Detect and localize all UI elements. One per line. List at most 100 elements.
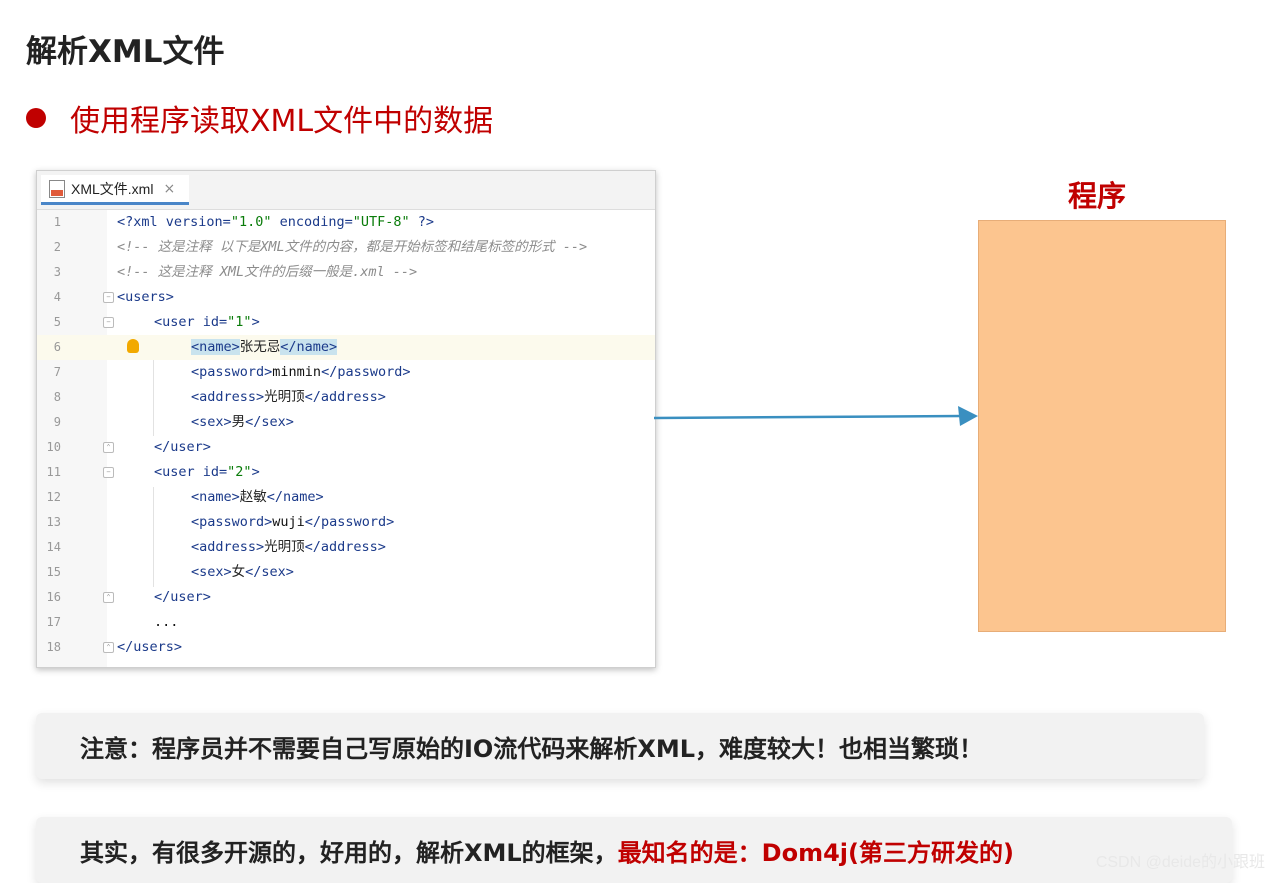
line-number: 5 bbox=[53, 315, 61, 329]
attr-value: "1.0" bbox=[230, 214, 272, 230]
tag-content: 张无忌 bbox=[239, 339, 281, 355]
line-number: 9 bbox=[53, 415, 61, 429]
bullet-text: 使用程序读取XML文件中的数据 bbox=[70, 104, 494, 139]
code-line: 15 <sex>女</sex> bbox=[37, 560, 655, 585]
bullet-item: 使用程序读取XML文件中的数据 bbox=[26, 96, 493, 140]
tab-label: XML文件.xml bbox=[71, 180, 154, 197]
fold-end-icon[interactable]: ⌃ bbox=[103, 642, 114, 653]
code-text: </users> bbox=[117, 639, 183, 655]
attr-value: "UTF-8" bbox=[352, 214, 410, 230]
xml-file-icon bbox=[49, 179, 65, 198]
note-text: 注意：程序员并不需要自己写原始的IO流代码来解析XML，难度较大！也相当繁琐！ bbox=[80, 734, 984, 763]
code-line: 12 <name>赵敏</name> bbox=[37, 485, 655, 510]
slide-title: 解析XML文件 bbox=[26, 34, 225, 70]
note-warning: 注意：程序员并不需要自己写原始的IO流代码来解析XML，难度较大！也相当繁琐！ bbox=[36, 713, 1204, 779]
code-line: 14 <address>光明顶</address> bbox=[37, 535, 655, 560]
code-text: ... bbox=[154, 614, 179, 630]
code-text: <user id="1"> bbox=[117, 310, 260, 335]
line-number: 3 bbox=[53, 265, 61, 279]
tag-open: <password> bbox=[191, 514, 273, 530]
tag-content: wuji bbox=[272, 514, 305, 530]
code-editor: XML文件.xml × 1 <?xml version="1.0" encodi… bbox=[36, 170, 656, 668]
tab-xml-file[interactable]: XML文件.xml × bbox=[41, 175, 189, 205]
tag-close: </sex> bbox=[245, 564, 294, 580]
program-label: 程序 bbox=[1068, 179, 1127, 213]
line-number: 6 bbox=[53, 340, 61, 354]
code-text: <?xml version="1.0" encoding="UTF-8" ?> bbox=[117, 210, 434, 235]
tag-open: <sex> bbox=[191, 564, 232, 580]
attr-name: id= bbox=[202, 464, 228, 480]
code-line: 16 ⌃ </user> bbox=[37, 585, 655, 610]
line-number: 13 bbox=[46, 515, 61, 529]
code-text: <address>光明顶</address> bbox=[117, 535, 386, 560]
code-area[interactable]: 1 <?xml version="1.0" encoding="UTF-8" ?… bbox=[37, 210, 655, 667]
fold-icon[interactable]: − bbox=[103, 292, 114, 303]
tag-close: > bbox=[251, 464, 260, 480]
tag-content: 光明顶 bbox=[264, 539, 305, 555]
code-text: <users> bbox=[117, 289, 174, 305]
tag-content: 男 bbox=[231, 414, 246, 430]
tag-close: </password> bbox=[321, 364, 411, 380]
attr-value: "2" bbox=[227, 464, 252, 480]
code-text: </user> bbox=[154, 589, 211, 605]
line-number: 17 bbox=[46, 615, 61, 629]
code-line: 18 ⌃ </users> bbox=[37, 635, 655, 660]
code-line: 11 − <user id="2"> bbox=[37, 460, 655, 485]
code-line: 9 <sex>男</sex> bbox=[37, 410, 655, 435]
tag-close: > bbox=[251, 314, 260, 330]
code-line: 4 − <users> bbox=[37, 285, 655, 310]
line-number: 11 bbox=[46, 465, 61, 479]
code-line: 17 ... bbox=[37, 610, 655, 635]
tag-open: <user bbox=[154, 464, 203, 480]
fold-end-icon[interactable]: ⌃ bbox=[103, 442, 114, 453]
code-line-current: 6 <name>张无忌</name> bbox=[37, 335, 655, 360]
fold-end-icon[interactable]: ⌃ bbox=[103, 592, 114, 603]
tag-close: </name> bbox=[266, 489, 324, 505]
attr-name: id= bbox=[202, 314, 228, 330]
watermark: CSDN @deide的小跟班 bbox=[1095, 854, 1265, 871]
tag-open: <address> bbox=[191, 389, 265, 405]
line-number: 15 bbox=[46, 565, 61, 579]
editor-tabbar: XML文件.xml × bbox=[37, 171, 655, 210]
tag-content: 赵敏 bbox=[239, 489, 267, 505]
close-icon[interactable]: × bbox=[163, 181, 175, 197]
tag-content: 光明顶 bbox=[264, 389, 305, 405]
line-number: 4 bbox=[53, 290, 61, 304]
code-line: 2 <!-- 这是注释 以下是XML文件的内容，都是开始标签和结尾标签的形式 -… bbox=[37, 235, 655, 260]
code-text: <password>minmin</password> bbox=[117, 360, 410, 385]
code-line: 3 <!-- 这是注释 XML文件的后缀一般是.xml --> bbox=[37, 260, 655, 285]
code-line: 8 <address>光明顶</address> bbox=[37, 385, 655, 410]
line-number: 7 bbox=[53, 365, 61, 379]
attr-name: version= bbox=[165, 214, 231, 230]
code-text: </user> bbox=[154, 439, 211, 455]
code-text: <user id="2"> bbox=[117, 460, 260, 485]
code-line: 5 − <user id="1"> bbox=[37, 310, 655, 335]
code-line: 1 <?xml version="1.0" encoding="UTF-8" ?… bbox=[37, 210, 655, 235]
tag-close: </address> bbox=[304, 389, 386, 405]
code-text: <address>光明顶</address> bbox=[117, 385, 386, 410]
line-number: 18 bbox=[46, 640, 61, 654]
line-number: 10 bbox=[46, 440, 61, 454]
code-line: 7 <password>minmin</password> bbox=[37, 360, 655, 385]
tag-close: </name> bbox=[280, 339, 338, 355]
tag-close: </address> bbox=[304, 539, 386, 555]
xml-decl: ?> bbox=[409, 214, 435, 230]
tag-close: </password> bbox=[304, 514, 395, 530]
tag-open: <name> bbox=[191, 339, 240, 355]
code-text: <sex>女</sex> bbox=[117, 560, 294, 585]
tag-open: <password> bbox=[191, 364, 273, 380]
note-frameworks: 其实，有很多开源的，好用的，解析XML的框架， 最知名的是：Dom4j(第三方研发… bbox=[36, 817, 1232, 883]
note-text: 其实，有很多开源的，好用的，解析XML的框架， bbox=[80, 838, 618, 867]
line-number: 8 bbox=[53, 390, 61, 404]
note-highlight: 最知名的是：Dom4j(第三方研发的) bbox=[617, 838, 1014, 867]
tag-close: </sex> bbox=[245, 414, 294, 430]
fold-icon[interactable]: − bbox=[103, 317, 114, 328]
code-line: 10 ⌃ </user> bbox=[37, 435, 655, 460]
code-text: <name>张无忌</name> bbox=[117, 335, 338, 360]
fold-icon[interactable]: − bbox=[103, 467, 114, 478]
code-text: <sex>男</sex> bbox=[117, 410, 294, 435]
tag-content: minmin bbox=[272, 364, 322, 380]
line-number: 2 bbox=[53, 240, 61, 254]
code-text: <name>赵敏</name> bbox=[117, 485, 324, 510]
line-number: 12 bbox=[46, 490, 61, 504]
